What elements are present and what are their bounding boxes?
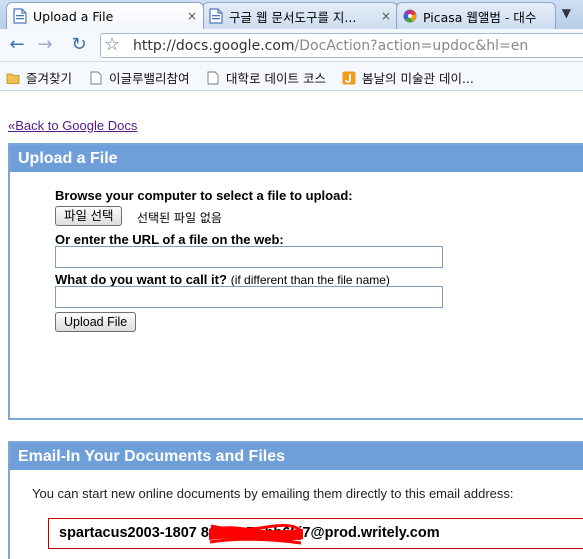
page-icon xyxy=(90,71,102,84)
bookmark-egloo-valley[interactable]: 이글루밸리참여 xyxy=(89,68,190,87)
google-docs-icon xyxy=(209,8,223,24)
url-text: http://docs.google.com/DocAction?action=… xyxy=(133,38,528,54)
email-description: You can start new online documents by em… xyxy=(32,486,514,501)
bookmark-label: 즐겨찾기 xyxy=(26,71,73,86)
upload-panel: Upload a File Browse your computer to se… xyxy=(8,143,583,420)
bookmark-spring-museum[interactable]: 봄날의 미술관 데이... xyxy=(342,68,474,87)
name-label-row: What do you want to call it? (if differe… xyxy=(55,272,390,287)
address-bar[interactable]: http://docs.google.com/DocAction?action=… xyxy=(100,33,583,58)
folder-icon xyxy=(6,73,20,84)
back-to-google-docs-link[interactable]: «Back to Google Docs xyxy=(8,118,137,133)
tab-overflow-menu-icon[interactable]: ▼ xyxy=(562,6,571,20)
bookmark-label: 대학로 데이트 코스 xyxy=(226,71,326,86)
bookmark-star-icon[interactable]: ☆ xyxy=(104,34,120,55)
name-label: What do you want to call it? xyxy=(55,272,227,287)
email-in-panel: Email-In Your Documents and Files You ca… xyxy=(8,441,583,559)
upload-panel-header: Upload a File xyxy=(10,145,583,172)
tab-title: Picasa 웹앨범 - 대수 xyxy=(423,9,537,25)
tab-picasa[interactable]: Picasa 웹앨범 - 대수 xyxy=(396,2,556,29)
browser-toolbar: ← → ↻ http://docs.google.com/DocAction?a… xyxy=(0,29,583,62)
file-name-input[interactable] xyxy=(55,286,443,308)
red-scribble-redaction xyxy=(209,524,304,545)
google-docs-icon xyxy=(13,8,27,24)
picasa-icon xyxy=(403,9,417,23)
file-url-input[interactable] xyxy=(55,246,443,268)
page-icon xyxy=(207,71,219,84)
url-label: Or enter the URL of a file on the web: xyxy=(55,232,284,247)
forward-arrow-icon[interactable]: → xyxy=(34,35,56,57)
url-host: http://docs.google.com xyxy=(133,37,295,54)
email-address-box: spartacus2003-1807 81633-B5hb65j7@prod.w… xyxy=(48,518,583,549)
back-arrow-icon[interactable]: ← xyxy=(6,35,28,57)
bookmark-label: 이글루밸리참여 xyxy=(109,71,190,86)
bookmark-favorites[interactable]: 즐겨찾기 xyxy=(6,68,72,87)
tab-upload-a-file[interactable]: Upload a File × xyxy=(6,2,204,29)
bookmark-label: 봄날의 미술관 데이... xyxy=(362,71,474,86)
tab-title: 구글 웹 문서도구를 지... xyxy=(229,9,357,25)
tab-strip: Upload a File × 구글 웹 문서도구를 지... × Picasa… xyxy=(0,0,583,29)
close-icon[interactable]: × xyxy=(381,9,391,23)
orange-j-icon xyxy=(342,71,356,84)
name-hint: (if different than the file name) xyxy=(230,273,390,287)
browse-label: Browse your computer to select a file to… xyxy=(55,188,353,203)
bookmarks-bar: 즐겨찾기 이글루밸리참여 대학로 데이트 코스 봄날의 미술관 데이... xyxy=(0,62,583,91)
choose-file-button[interactable]: 파일 선택 xyxy=(55,206,123,226)
upload-file-button[interactable]: Upload File xyxy=(55,312,137,332)
tab-google-docs-article[interactable]: 구글 웹 문서도구를 지... × xyxy=(202,2,398,29)
close-icon[interactable]: × xyxy=(187,9,197,23)
bookmark-daehakro-date[interactable]: 대학로 데이트 코스 xyxy=(206,68,326,87)
tab-title: Upload a File xyxy=(33,8,114,24)
no-file-selected-text: 선택된 파일 없음 xyxy=(137,211,222,225)
url-path: /DocAction?action=updoc&hl=en xyxy=(294,37,529,54)
email-panel-header: Email-In Your Documents and Files xyxy=(10,443,583,470)
reload-icon[interactable]: ↻ xyxy=(68,35,90,57)
